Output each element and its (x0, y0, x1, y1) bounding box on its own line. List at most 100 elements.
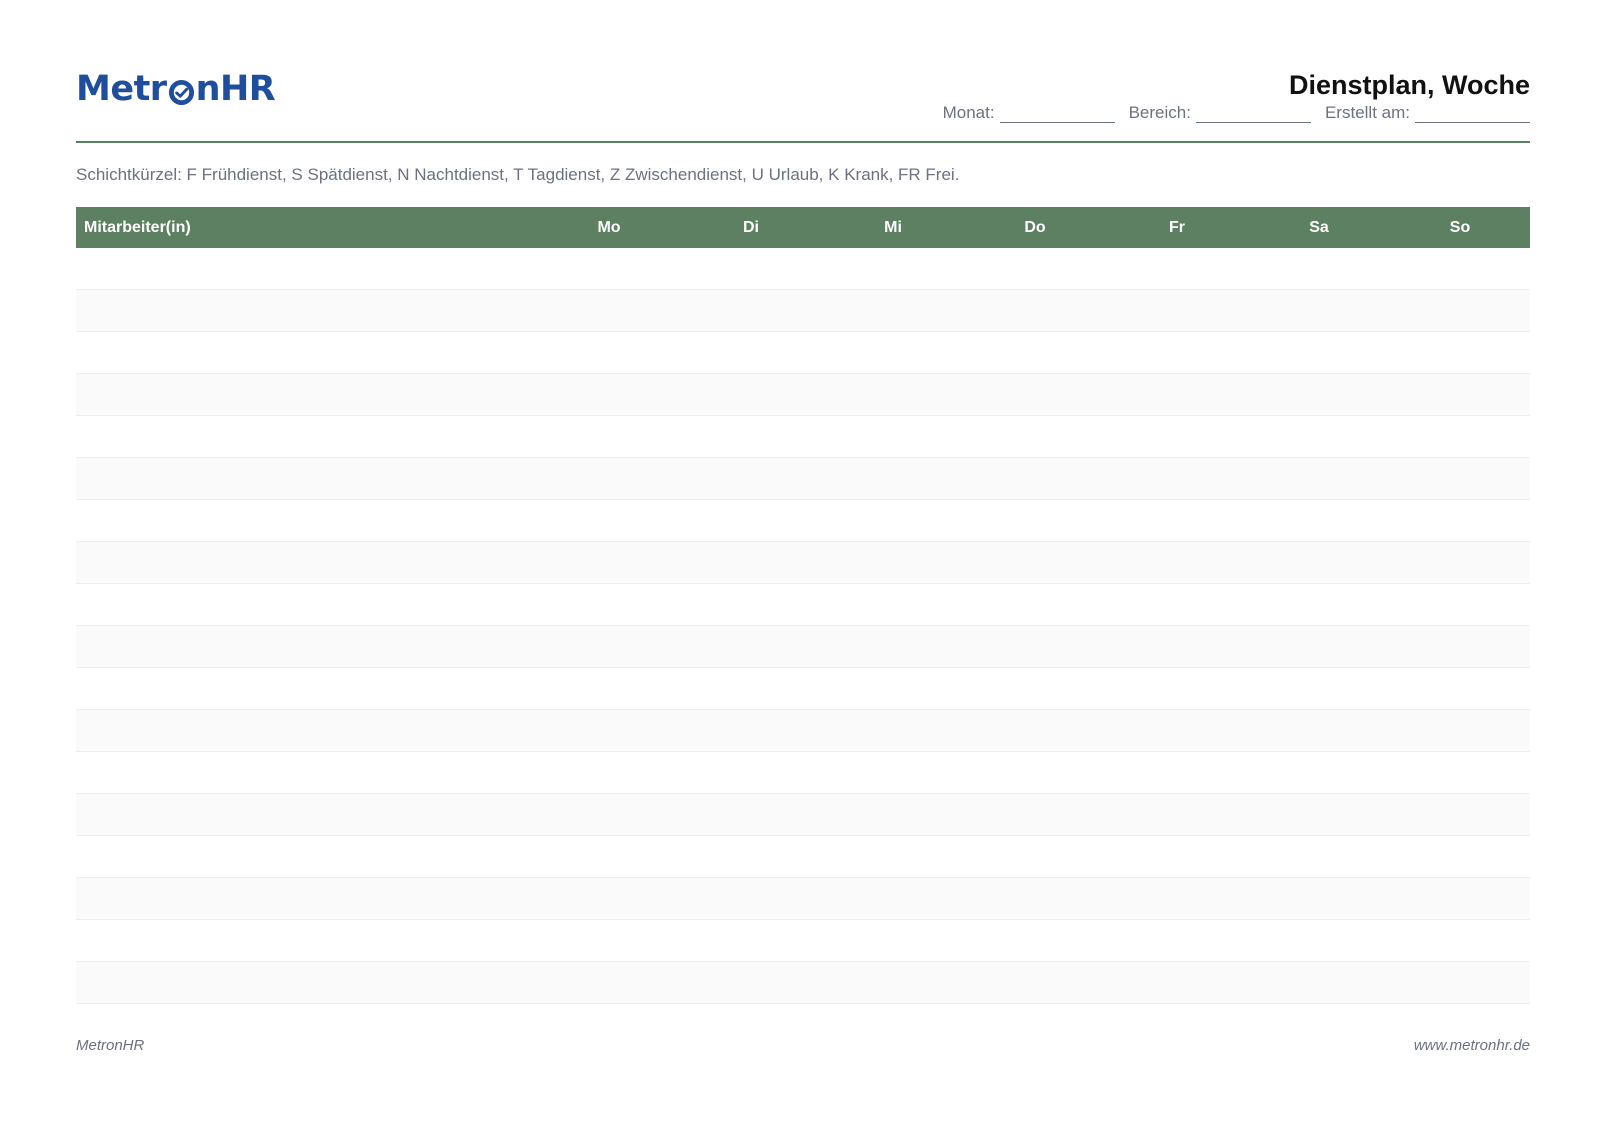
shift-cell[interactable] (964, 919, 1106, 962)
shift-cell[interactable] (680, 583, 822, 626)
shift-cell[interactable] (538, 457, 680, 500)
shift-cell[interactable] (964, 289, 1106, 332)
shift-cell[interactable] (822, 331, 964, 374)
shift-cell[interactable] (964, 583, 1106, 626)
shift-cell[interactable] (538, 248, 680, 290)
shift-cell[interactable] (1106, 709, 1248, 752)
shift-cell[interactable] (1248, 541, 1390, 584)
shift-cell[interactable] (1390, 961, 1530, 1004)
shift-cell[interactable] (822, 457, 964, 500)
employee-cell[interactable] (76, 499, 538, 542)
shift-cell[interactable] (680, 793, 822, 836)
shift-cell[interactable] (1106, 919, 1248, 962)
shift-cell[interactable] (964, 415, 1106, 458)
shift-cell[interactable] (964, 248, 1106, 290)
employee-cell[interactable] (76, 625, 538, 668)
employee-cell[interactable] (76, 289, 538, 332)
shift-cell[interactable] (822, 541, 964, 584)
shift-cell[interactable] (1390, 331, 1530, 374)
shift-cell[interactable] (964, 331, 1106, 374)
employee-cell[interactable] (76, 709, 538, 752)
created-blank-line[interactable] (1415, 105, 1530, 123)
shift-cell[interactable] (538, 331, 680, 374)
shift-cell[interactable] (1106, 835, 1248, 878)
shift-cell[interactable] (1248, 415, 1390, 458)
shift-cell[interactable] (964, 877, 1106, 920)
shift-cell[interactable] (1106, 248, 1248, 290)
shift-cell[interactable] (822, 709, 964, 752)
shift-cell[interactable] (1248, 248, 1390, 290)
shift-cell[interactable] (822, 793, 964, 836)
shift-cell[interactable] (1248, 751, 1390, 794)
employee-cell[interactable] (76, 667, 538, 710)
shift-cell[interactable] (1248, 331, 1390, 374)
shift-cell[interactable] (822, 583, 964, 626)
shift-cell[interactable] (1248, 835, 1390, 878)
shift-cell[interactable] (1106, 541, 1248, 584)
shift-cell[interactable] (680, 751, 822, 794)
shift-cell[interactable] (1248, 793, 1390, 836)
shift-cell[interactable] (680, 919, 822, 962)
employee-cell[interactable] (76, 248, 538, 290)
shift-cell[interactable] (1390, 751, 1530, 794)
shift-cell[interactable] (680, 541, 822, 584)
shift-cell[interactable] (1390, 541, 1530, 584)
shift-cell[interactable] (680, 331, 822, 374)
shift-cell[interactable] (1248, 919, 1390, 962)
employee-cell[interactable] (76, 583, 538, 626)
shift-cell[interactable] (822, 625, 964, 668)
shift-cell[interactable] (822, 373, 964, 416)
shift-cell[interactable] (1248, 457, 1390, 500)
employee-cell[interactable] (76, 751, 538, 794)
shift-cell[interactable] (1248, 373, 1390, 416)
shift-cell[interactable] (680, 877, 822, 920)
shift-cell[interactable] (964, 793, 1106, 836)
shift-cell[interactable] (538, 499, 680, 542)
shift-cell[interactable] (680, 667, 822, 710)
shift-cell[interactable] (822, 248, 964, 290)
shift-cell[interactable] (680, 415, 822, 458)
shift-cell[interactable] (1106, 289, 1248, 332)
shift-cell[interactable] (1390, 667, 1530, 710)
shift-cell[interactable] (1390, 877, 1530, 920)
shift-cell[interactable] (1106, 583, 1248, 626)
shift-cell[interactable] (680, 373, 822, 416)
shift-cell[interactable] (1106, 793, 1248, 836)
employee-cell[interactable] (76, 373, 538, 416)
shift-cell[interactable] (1390, 709, 1530, 752)
shift-cell[interactable] (822, 415, 964, 458)
shift-cell[interactable] (964, 961, 1106, 1004)
employee-cell[interactable] (76, 835, 538, 878)
shift-cell[interactable] (1248, 499, 1390, 542)
shift-cell[interactable] (964, 835, 1106, 878)
shift-cell[interactable] (1390, 457, 1530, 500)
shift-cell[interactable] (1106, 877, 1248, 920)
shift-cell[interactable] (680, 289, 822, 332)
shift-cell[interactable] (964, 541, 1106, 584)
shift-cell[interactable] (822, 751, 964, 794)
shift-cell[interactable] (822, 499, 964, 542)
shift-cell[interactable] (538, 877, 680, 920)
shift-cell[interactable] (538, 793, 680, 836)
shift-cell[interactable] (822, 835, 964, 878)
shift-cell[interactable] (1390, 415, 1530, 458)
shift-cell[interactable] (680, 625, 822, 668)
shift-cell[interactable] (1248, 709, 1390, 752)
shift-cell[interactable] (1390, 835, 1530, 878)
shift-cell[interactable] (1248, 583, 1390, 626)
employee-cell[interactable] (76, 877, 538, 920)
shift-cell[interactable] (1106, 499, 1248, 542)
shift-cell[interactable] (538, 289, 680, 332)
shift-cell[interactable] (680, 961, 822, 1004)
shift-cell[interactable] (1390, 793, 1530, 836)
shift-cell[interactable] (1106, 457, 1248, 500)
shift-cell[interactable] (1390, 919, 1530, 962)
shift-cell[interactable] (538, 541, 680, 584)
shift-cell[interactable] (822, 961, 964, 1004)
area-blank-line[interactable] (1195, 105, 1311, 123)
shift-cell[interactable] (538, 373, 680, 416)
shift-cell[interactable] (538, 625, 680, 668)
shift-cell[interactable] (964, 667, 1106, 710)
shift-cell[interactable] (1106, 961, 1248, 1004)
shift-cell[interactable] (1390, 499, 1530, 542)
